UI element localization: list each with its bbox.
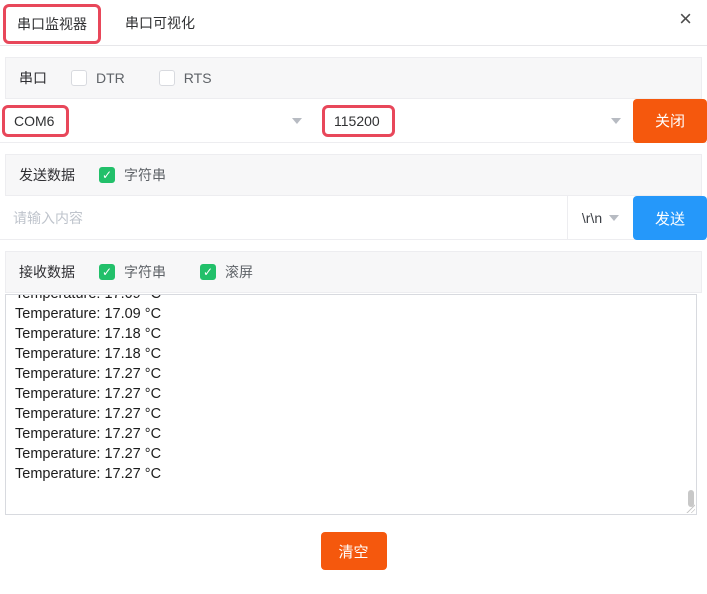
rts-checkbox-box[interactable]	[158, 70, 175, 86]
log-line: Temperature: 17.27 °C	[15, 366, 162, 382]
scroll-checkbox-box[interactable]: ✓	[200, 264, 216, 280]
send-input[interactable]	[0, 196, 567, 239]
log-line: Temperature: 17.27 °C	[15, 446, 162, 462]
rts-checkbox-label: RTS	[183, 70, 212, 86]
send-string-checkbox-box[interactable]: ✓	[99, 167, 115, 183]
receive-log-area[interactable]: Temperature: 17.09 °C Temperature: 17.09…	[5, 294, 697, 515]
tab-serial-monitor-label: 串口监视器	[17, 15, 87, 32]
log-line: Temperature: 17.18 °C	[15, 326, 162, 342]
receive-log-content: Temperature: 17.09 °C Temperature: 17.09…	[6, 294, 696, 484]
line-ending-select[interactable]: \r\n	[567, 196, 633, 239]
chevron-down-icon	[609, 215, 620, 226]
scroll-checkbox-label: 滚屏	[225, 264, 253, 280]
tab-serial-visualization-label: 串口可视化	[125, 14, 195, 31]
send-section-header: 发送数据 ✓ 字符串	[5, 154, 702, 196]
dtr-checkbox-box[interactable]	[71, 70, 87, 86]
close-port-button[interactable]: 关闭	[633, 98, 707, 143]
rts-checkbox[interactable]: RTS	[158, 70, 212, 86]
serial-section-header: 串口 DTR RTS	[5, 57, 702, 99]
chevron-down-icon	[611, 118, 621, 129]
clear-button[interactable]: 清空	[320, 532, 387, 570]
serial-section-label: 串口	[19, 70, 47, 86]
dtr-checkbox-label: DTR	[96, 70, 125, 86]
log-line: Temperature: 17.27 °C	[15, 466, 162, 482]
baud-select[interactable]: 115200	[322, 99, 633, 142]
chevron-down-icon	[292, 118, 302, 129]
send-row: \r\n 发送	[0, 196, 707, 240]
send-string-checkbox-label: 字符串	[124, 167, 166, 183]
receive-string-checkbox-label: 字符串	[124, 264, 166, 280]
close-icon[interactable]: ×	[679, 8, 692, 30]
receive-section-label: 接收数据	[19, 264, 75, 280]
log-line: Temperature: 17.27 °C	[15, 386, 162, 402]
receive-string-checkbox[interactable]: ✓ 字符串	[99, 262, 166, 282]
tab-serial-visualization[interactable]: 串口可视化	[114, 6, 206, 40]
annotation-box-port: COM6	[2, 104, 70, 137]
port-select[interactable]: COM6	[2, 99, 314, 142]
check-icon: ✓	[101, 265, 113, 279]
scroll-checkbox[interactable]: ✓ 滚屏	[200, 262, 253, 282]
serial-config-row: COM6 115200 关闭	[0, 98, 707, 143]
line-ending-value: \r\n	[581, 209, 603, 226]
check-icon: ✓	[202, 265, 214, 279]
receive-string-checkbox-box[interactable]: ✓	[99, 264, 115, 280]
baud-select-value: 115200	[334, 112, 380, 129]
send-section-label: 发送数据	[19, 167, 75, 183]
log-line: Temperature: 17.18 °C	[15, 346, 162, 362]
send-button[interactable]: 发送	[633, 196, 707, 240]
log-line: Temperature: 17.09 °C	[15, 306, 162, 322]
scrollbar-thumb[interactable]	[688, 490, 694, 507]
log-line: Temperature: 17.27 °C	[15, 426, 162, 442]
tab-serial-monitor[interactable]: 串口监视器	[3, 3, 101, 44]
annotation-box-baud: 115200	[322, 104, 395, 137]
log-line: Temperature: 17.27 °C	[15, 406, 162, 422]
receive-section-header: 接收数据 ✓ 字符串 ✓ 滚屏	[5, 251, 702, 293]
log-line: Temperature: 17.09 °C	[15, 294, 162, 302]
port-select-value: COM6	[14, 112, 55, 129]
send-string-checkbox[interactable]: ✓ 字符串	[99, 165, 166, 185]
dtr-checkbox[interactable]: DTR	[71, 70, 125, 86]
tab-bar: 串口监视器 串口可视化 ×	[0, 0, 707, 46]
check-icon: ✓	[101, 168, 113, 182]
